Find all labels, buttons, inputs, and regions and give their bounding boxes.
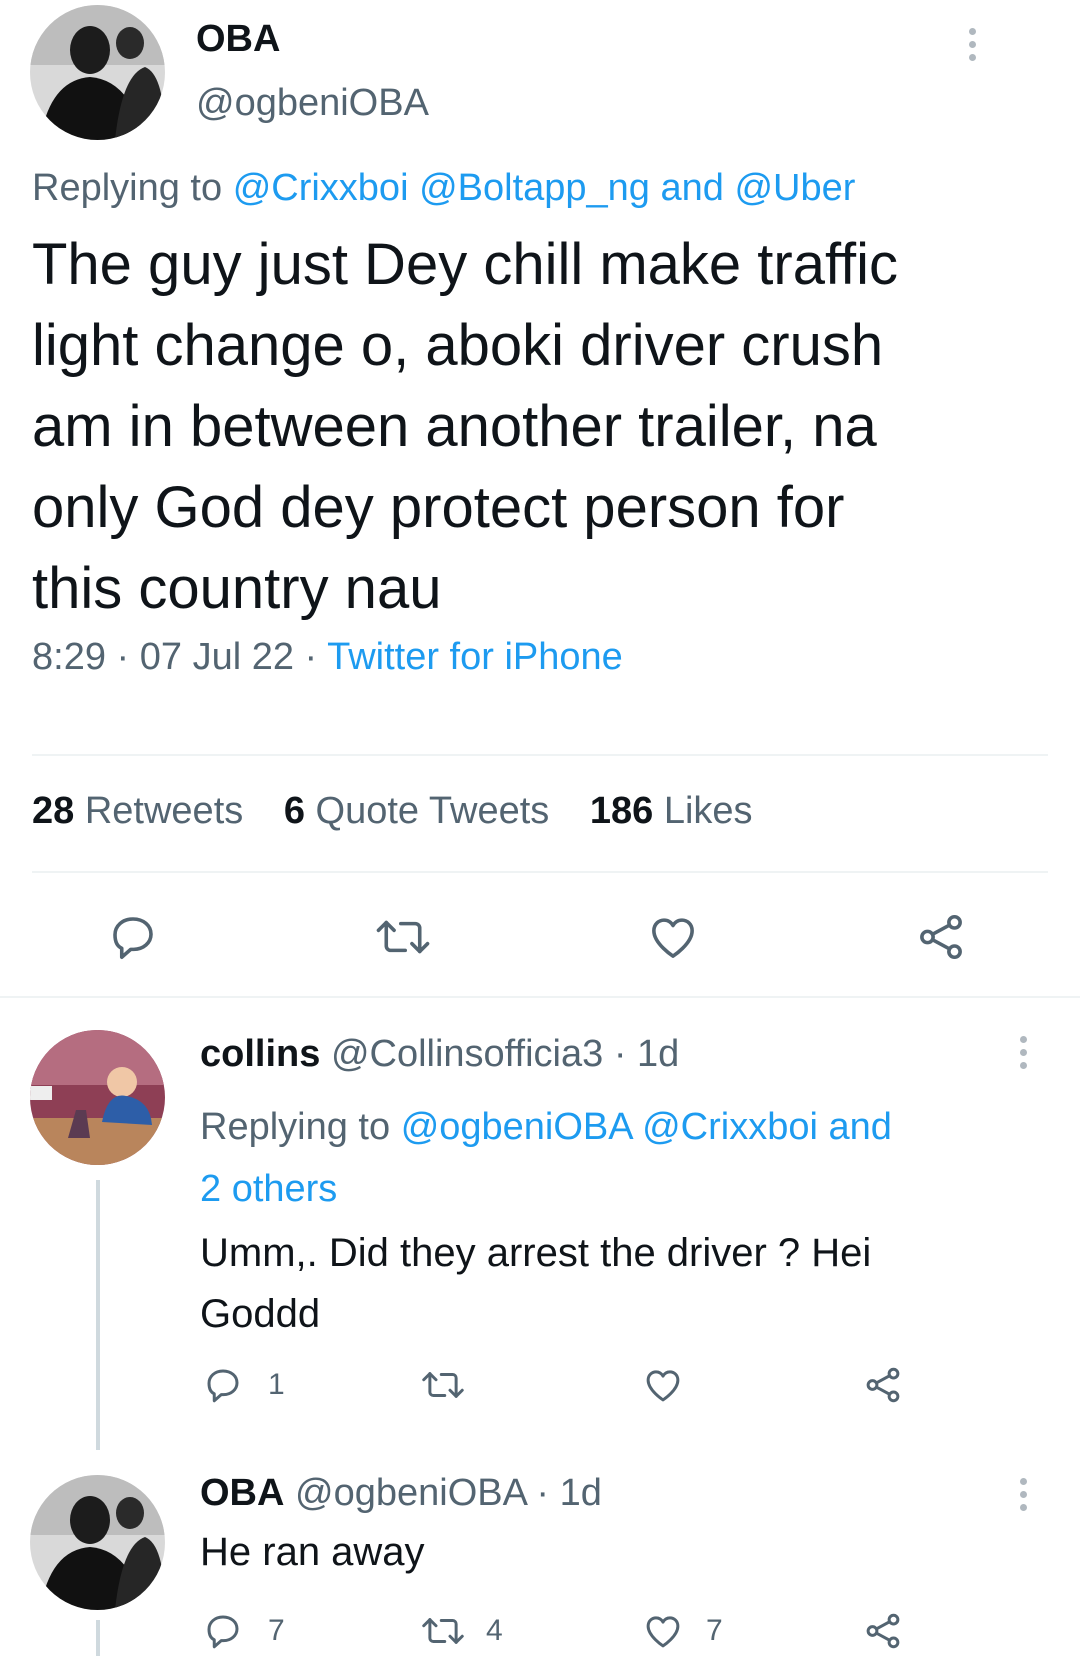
- mention-link[interactable]: @Crixxboi: [642, 1106, 818, 1148]
- more-options-icon[interactable]: [965, 28, 979, 67]
- reply-author-name[interactable]: OBA: [200, 1472, 284, 1514]
- like-button[interactable]: [642, 1364, 684, 1406]
- replying-to-label: Replying to: [32, 167, 223, 209]
- share-button[interactable]: [862, 1364, 904, 1406]
- tweet-time[interactable]: 8:29: [32, 636, 106, 678]
- reply-button[interactable]: [202, 1364, 244, 1406]
- share-icon: [866, 1367, 900, 1403]
- quotes-count: 6: [283, 790, 305, 832]
- reply-text-line: Goddd: [200, 1292, 321, 1336]
- tweet-meta: 8:29 · 07 Jul 22 · Twitter for iPhone: [32, 636, 623, 679]
- reply-author-name[interactable]: collins: [200, 1033, 320, 1075]
- author-name[interactable]: OBA: [196, 18, 280, 61]
- thread-line: [96, 1180, 100, 1450]
- share-button[interactable]: [914, 910, 968, 964]
- replying-to-line: Replying to @ogbeniOBA @Crixxboi and 2 o…: [200, 1096, 1030, 1220]
- mention-and: and: [828, 1106, 892, 1148]
- divider: [32, 871, 1048, 873]
- mention-link[interactable]: @Crixxboi: [233, 167, 409, 209]
- meta-separator: ·: [116, 636, 130, 678]
- reply-button[interactable]: [106, 910, 160, 964]
- reply-text: He ran away: [200, 1530, 425, 1574]
- reply-text: Umm,. Did they arrest the driver ? Hei G…: [200, 1223, 871, 1345]
- like-count: 7: [706, 1614, 723, 1647]
- like-button[interactable]: [646, 910, 700, 964]
- reply-button[interactable]: [202, 1610, 244, 1652]
- reply-age[interactable]: 1d: [560, 1472, 602, 1514]
- likes-count: 186: [589, 790, 654, 832]
- share-icon: [866, 1613, 900, 1649]
- share-icon: [920, 914, 962, 960]
- retweet-icon: [376, 920, 430, 954]
- author-handle[interactable]: @ogbeniOBA: [196, 82, 429, 125]
- quotes-label: Quote Tweets: [315, 790, 550, 832]
- tweet-stats: 28 Retweets 6 Quote Tweets 186 Likes: [32, 790, 753, 833]
- tweet-text-line: am in between another trailer, na: [32, 394, 877, 459]
- meta-separator: ·: [304, 636, 318, 678]
- mention-link[interactable]: @ogbeniOBA: [401, 1106, 632, 1148]
- tweet-text-line: The guy just Dey chill make traffic: [32, 232, 899, 297]
- mention-link[interactable]: @Boltapp_ng: [419, 167, 650, 209]
- retweet-button[interactable]: [374, 910, 432, 964]
- retweet-button[interactable]: [420, 1364, 466, 1406]
- reply-icon: [113, 917, 153, 960]
- divider: [0, 996, 1080, 998]
- reply-author-avatar[interactable]: [30, 1475, 165, 1610]
- retweets-count: 28: [32, 790, 75, 832]
- share-button[interactable]: [862, 1610, 904, 1652]
- retweet-icon: [422, 1372, 464, 1398]
- reply-age[interactable]: 1d: [637, 1033, 679, 1075]
- retweet-count: 4: [486, 1614, 503, 1647]
- more-options-icon[interactable]: [1016, 1478, 1030, 1517]
- retweet-icon: [422, 1618, 464, 1644]
- reply-icon: [207, 1369, 239, 1403]
- like-button[interactable]: [642, 1610, 684, 1652]
- mention-and: and: [660, 167, 724, 209]
- reply-header: OBA @ogbeniOBA · 1d: [200, 1472, 602, 1515]
- tweet-text-line: this country nau: [32, 556, 442, 621]
- reply-author-handle[interactable]: @ogbeniOBA: [295, 1472, 526, 1514]
- reply-text-line: Umm,. Did they arrest the driver ? Hei: [200, 1231, 872, 1275]
- meta-separator: ·: [613, 1033, 627, 1075]
- replying-to-label: Replying to: [200, 1106, 391, 1148]
- tweet-text-line: only God dey protect person for: [32, 475, 845, 540]
- retweets-label: Retweets: [84, 790, 244, 832]
- retweets-stat[interactable]: 28 Retweets: [32, 790, 254, 832]
- replying-to-line: Replying to @Crixxboi @Boltapp_ng and @U…: [32, 167, 855, 210]
- like-icon: [652, 918, 694, 958]
- tweet-date[interactable]: 07 Jul 22: [140, 636, 294, 678]
- retweet-button[interactable]: [420, 1610, 466, 1652]
- thread-line: [96, 1620, 100, 1656]
- reply-author-handle[interactable]: @Collinsofficia3: [331, 1033, 603, 1075]
- reply-count: 1: [268, 1368, 285, 1401]
- tweet-source[interactable]: Twitter for iPhone: [327, 636, 623, 678]
- likes-stat[interactable]: 186 Likes: [590, 790, 753, 832]
- tweet-text-line: light change o, aboki driver crush: [32, 313, 884, 378]
- mention-link[interactable]: @Uber: [734, 167, 855, 209]
- likes-label: Likes: [663, 790, 753, 832]
- meta-separator: ·: [536, 1472, 550, 1514]
- tweet-text: The guy just Dey chill make traffic ligh…: [32, 224, 898, 629]
- reply-header: collins @Collinsofficia3 · 1d: [200, 1033, 679, 1076]
- reply-author-avatar[interactable]: [30, 1030, 165, 1165]
- reply-icon: [207, 1615, 239, 1649]
- others-link[interactable]: 2 others: [200, 1168, 337, 1210]
- reply-count: 7: [268, 1614, 285, 1647]
- author-avatar[interactable]: [30, 5, 165, 140]
- like-icon: [646, 1616, 680, 1648]
- quotes-stat[interactable]: 6 Quote Tweets: [284, 790, 560, 832]
- more-options-icon[interactable]: [1016, 1036, 1030, 1075]
- like-icon: [646, 1370, 680, 1402]
- divider: [32, 754, 1048, 756]
